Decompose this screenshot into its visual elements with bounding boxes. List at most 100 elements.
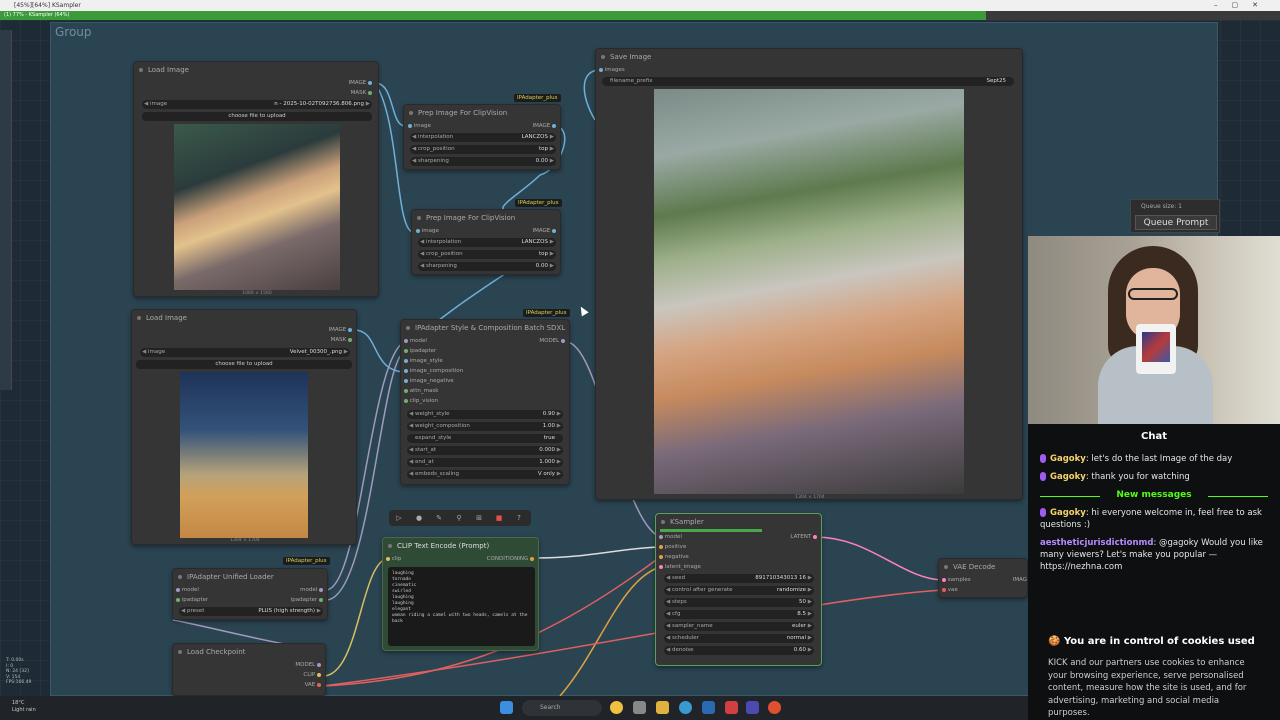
upload-button[interactable]: choose file to upload — [136, 360, 352, 369]
edge-icon[interactable] — [679, 701, 692, 714]
comfy-icon[interactable] — [746, 701, 759, 714]
clip-text-encode-node[interactable]: CLIP Text Encode (Prompt) clip CONDITION… — [382, 537, 539, 651]
chat-message: Gagoky: hi everyone welcome in, feel fre… — [1040, 508, 1262, 530]
progress-fill — [0, 11, 986, 20]
output-image-preview — [654, 89, 964, 494]
input-model[interactable]: model — [176, 587, 199, 593]
output-image[interactable]: IMAGE — [532, 228, 556, 234]
queue-panel[interactable]: Queue size: 1 Queue Prompt — [1130, 199, 1220, 233]
scheduler-widget[interactable]: ◀ scheduler normal ▶ — [664, 634, 814, 643]
sharpening-widget[interactable]: ◀ sharpening 0.00 ▶ — [418, 262, 556, 271]
ksampler-node[interactable]: KSampler LATENT model positive negative … — [655, 513, 822, 666]
interpolation-widget[interactable]: ◀ interpolation LANCZOS ▶ — [418, 238, 556, 247]
input-model[interactable]: model — [404, 338, 427, 344]
input-clip-vision[interactable]: clip_vision — [404, 398, 438, 404]
vae-decode-node[interactable]: VAE Decode samples vae IMAG — [938, 558, 1028, 598]
input-negative[interactable]: negative — [659, 554, 689, 560]
ipadapter-loader-node[interactable]: IPAdapter Unified Loader model ipadapter… — [172, 568, 328, 620]
trash-icon[interactable]: ■ — [489, 510, 509, 526]
upload-button[interactable]: choose file to upload — [142, 112, 372, 121]
widgets-icon[interactable] — [610, 701, 623, 714]
output-mask[interactable]: MASK — [351, 90, 372, 96]
node-title: IPAdapter Style & Composition Batch SDXL — [401, 320, 569, 336]
image-select[interactable]: ◀ image Velvet_00300_.png ▶ — [140, 348, 350, 357]
input-vae[interactable]: vae — [942, 587, 958, 593]
input-image[interactable]: image — [408, 123, 431, 129]
prompt-textarea[interactable]: laughing tornado cinematic swirled laugh… — [388, 567, 535, 646]
load-checkpoint-node[interactable]: Load Checkpoint MODEL CLIP VAE — [172, 643, 326, 696]
output-image[interactable]: IMAGE — [348, 80, 372, 86]
filename-prefix-field[interactable]: filename_prefix Sept25 — [602, 77, 1014, 86]
input-model[interactable]: model — [659, 534, 682, 540]
end-at-widget[interactable]: ◀ end_at 1.000 ▶ — [407, 458, 563, 467]
input-attn-mask[interactable]: attn_mask — [404, 388, 438, 394]
node-title: KSampler — [656, 514, 821, 530]
load-image-node-1[interactable]: Load Image IMAGE MASK ◀ image n - 2025-10-… — [133, 61, 379, 297]
interpolation-widget[interactable]: ◀ interpolation LANCZOS ▶ — [410, 133, 556, 142]
output-image[interactable]: IMAGE — [532, 123, 556, 129]
taskbar-search[interactable]: Search — [522, 700, 602, 716]
new-messages-divider[interactable]: New messages — [1028, 490, 1280, 500]
prep-image-node-2[interactable]: Prep Image For ClipVision image IMAGE ◀ i… — [411, 209, 561, 275]
denoise-widget[interactable]: ◀ denoise 0.60 ▶ — [664, 646, 814, 655]
load-image-node-2[interactable]: Load Image IMAGE MASK ◀ image Velvet_00300… — [131, 309, 357, 545]
output-model[interactable]: MODEL — [295, 662, 321, 668]
input-image-negative[interactable]: image_negative — [404, 378, 454, 384]
prep-image-node-1[interactable]: Prep Image For ClipVision image IMAGE ◀ i… — [403, 104, 561, 170]
weight-composition-widget[interactable]: ◀ weight_composition 1.00 ▶ — [407, 422, 563, 431]
input-ipadapter[interactable]: ipadapter — [404, 348, 436, 354]
output-ipadapter[interactable]: ipadapter — [291, 597, 323, 603]
weight-style-widget[interactable]: ◀ weight_style 0.90 ▶ — [407, 410, 563, 419]
task-view-icon[interactable] — [633, 701, 646, 714]
left-panel-strip[interactable] — [0, 30, 12, 390]
sharpening-widget[interactable]: ◀ sharpening 0.00 ▶ — [410, 157, 556, 166]
save-image-node[interactable]: Save Image images filename_prefix Sept25 … — [595, 48, 1023, 500]
queue-prompt-button[interactable]: Queue Prompt — [1135, 215, 1217, 230]
input-latent-image[interactable]: latent_image — [659, 564, 701, 570]
steps-widget[interactable]: ◀ steps 50 ▶ — [664, 598, 814, 607]
sampler-name-widget[interactable]: ◀ sampler_name euler ▶ — [664, 622, 814, 631]
crop-position-widget[interactable]: ◀ crop_position top ▶ — [410, 145, 556, 154]
output-vae[interactable]: VAE — [305, 682, 321, 688]
control-after-generate-widget[interactable]: ◀ control after generate randomize ▶ — [664, 586, 814, 595]
seed-widget[interactable]: ◀ seed 891710343013 16 ▶ — [664, 574, 814, 583]
color-icon[interactable]: ● — [409, 510, 429, 526]
preset-widget[interactable]: ◀ preset PLUS (high strength) ▶ — [179, 607, 323, 616]
start-icon[interactable] — [500, 701, 513, 714]
file-explorer-icon[interactable] — [656, 701, 669, 714]
output-image[interactable]: IMAG — [1013, 577, 1027, 583]
expand-style-toggle[interactable]: expand_style true — [407, 434, 563, 443]
help-icon[interactable]: ? — [509, 510, 529, 526]
node-toolbar[interactable]: ▷ ● ✎ ⚲ ⊞ ■? — [389, 510, 531, 526]
frame-icon[interactable]: ⊞ — [469, 510, 489, 526]
output-mask[interactable]: MASK — [331, 337, 352, 343]
output-image[interactable]: IMAGE — [328, 327, 352, 333]
ipadapter-style-node[interactable]: IPAdapter Style & Composition Batch SDXL… — [400, 319, 570, 485]
cfg-widget[interactable]: ◀ cfg 8.5 ▶ — [664, 610, 814, 619]
weather-widget[interactable]: 18°C Light rain — [12, 700, 36, 714]
input-image-composition[interactable]: image_composition — [404, 368, 463, 374]
output-conditioning[interactable]: CONDITIONING — [487, 556, 534, 562]
image-select[interactable]: ◀ image n - 2025-10-02T092736.806.png ▶ — [142, 100, 372, 109]
crop-position-widget[interactable]: ◀ crop_position top ▶ — [418, 250, 556, 259]
input-samples[interactable]: samples — [942, 577, 971, 583]
input-positive[interactable]: positive — [659, 544, 686, 550]
obs-icon[interactable] — [725, 701, 738, 714]
pin-icon[interactable]: ⚲ — [449, 510, 469, 526]
embeds-scaling-widget[interactable]: ◀ embeds_scaling V only ▶ — [407, 470, 563, 479]
input-image-style[interactable]: image_style — [404, 358, 443, 364]
output-clip[interactable]: CLIP — [303, 672, 321, 678]
wand-icon[interactable]: ✎ — [429, 510, 449, 526]
play-icon[interactable]: ▷ — [389, 510, 409, 526]
output-latent[interactable]: LATENT — [790, 534, 817, 540]
output-model[interactable]: model — [300, 587, 323, 593]
app-icon[interactable] — [702, 701, 715, 714]
output-model[interactable]: MODEL — [539, 338, 565, 344]
input-ipadapter[interactable]: ipadapter — [176, 597, 208, 603]
start-at-widget[interactable]: ◀ start_at 0.000 ▶ — [407, 446, 563, 455]
input-image[interactable]: image — [416, 228, 439, 234]
window-controls[interactable]: –▢✕ — [1214, 0, 1272, 11]
chrome-icon[interactable] — [768, 701, 781, 714]
input-images[interactable]: images — [599, 67, 625, 73]
input-clip[interactable]: clip — [386, 556, 401, 562]
